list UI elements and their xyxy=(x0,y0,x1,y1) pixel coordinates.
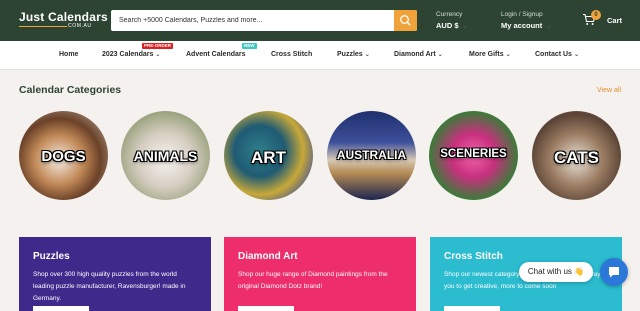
main-nav: Home 2023 Calendars ⌄ PRE-ORDER Advent Ca… xyxy=(0,41,640,70)
category-label: CATS xyxy=(553,148,599,167)
card-shop-button[interactable] xyxy=(444,306,500,311)
chevron-down-icon: ⌄ xyxy=(462,24,468,30)
promo-card-diamond-art[interactable]: Diamond Art Shop our huge range of Diamo… xyxy=(224,237,416,311)
view-all-link[interactable]: View all xyxy=(597,87,621,94)
card-description: Shop our huge range of Diamond paintings… xyxy=(238,271,388,290)
chat-launcher-button[interactable] xyxy=(600,258,628,286)
nav-item-puzzles[interactable]: Puzzles ⌄ xyxy=(337,51,370,58)
nav-label: Puzzles xyxy=(337,51,363,58)
cart-count-badge: 0 xyxy=(591,10,601,20)
chevron-down-icon: ⌄ xyxy=(573,52,579,58)
category-label: ART xyxy=(251,148,286,167)
nav-label: Cross Stitch xyxy=(271,51,313,58)
category-dogs[interactable]: DOGS xyxy=(19,111,108,200)
logo-domain: COM.AU xyxy=(68,23,92,29)
nav-item-contact-us[interactable]: Contact Us ⌄ xyxy=(535,51,579,58)
logo-text: Just Calendars xyxy=(19,10,108,24)
chevron-down-icon: ⌄ xyxy=(437,52,443,58)
card-title: Puzzles xyxy=(33,251,70,262)
currency-value: AUD $ xyxy=(436,21,459,30)
chevron-down-icon: ⌄ xyxy=(546,24,552,30)
category-sceneries[interactable]: SCENERIES xyxy=(429,111,518,200)
nav-item-cross-stitch[interactable]: Cross Stitch xyxy=(271,51,312,58)
login-link[interactable]: Login / Signup xyxy=(501,11,543,18)
section-title: Calendar Categories xyxy=(19,84,122,96)
category-australia[interactable]: AUSTRALIA xyxy=(327,111,416,200)
nav-item-2023-calendars[interactable]: 2023 Calendars ⌄ xyxy=(102,51,160,58)
nav-item-advent-calendars[interactable]: Advent Calendars xyxy=(186,51,246,58)
chevron-down-icon: ⌄ xyxy=(364,52,370,58)
site-header: Just Calendars COM.AU Currency AUD $ ⌄ L… xyxy=(0,0,640,41)
category-label: DOGS xyxy=(41,148,86,165)
chat-icon xyxy=(609,267,619,278)
currency-selector[interactable]: AUD $ ⌄ xyxy=(436,21,468,30)
category-label: AUSTRALIA xyxy=(336,148,407,162)
account-label: My account xyxy=(501,21,543,30)
promo-card-puzzles[interactable]: Puzzles Shop over 300 high quality puzzl… xyxy=(19,237,211,311)
search-icon xyxy=(400,15,411,26)
card-shop-button[interactable] xyxy=(238,306,294,311)
new-badge: NEW xyxy=(242,43,257,49)
search-button[interactable] xyxy=(394,10,417,31)
chevron-down-icon: ⌄ xyxy=(155,52,161,58)
category-animals[interactable]: ANIMALS xyxy=(121,111,210,200)
chat-prompt[interactable]: Chat with us 👋 xyxy=(519,262,593,282)
category-art[interactable]: ART xyxy=(224,111,313,200)
card-shop-button[interactable] xyxy=(33,306,89,311)
card-description: Shop over 300 high quality puzzles from … xyxy=(33,271,186,302)
currency-label: Currency xyxy=(436,11,463,18)
site-logo[interactable]: Just Calendars COM.AU xyxy=(19,10,108,29)
pre-order-badge: PRE-ORDER xyxy=(142,43,174,49)
cart-link[interactable]: Cart xyxy=(607,16,622,25)
card-title: Diamond Art xyxy=(238,251,298,262)
logo-underline xyxy=(19,26,67,27)
nav-item-more-gifts[interactable]: More Gifts ⌄ xyxy=(469,51,511,58)
category-label: ANIMALS xyxy=(133,148,198,164)
nav-label: 2023 Calendars xyxy=(102,51,154,58)
category-cats[interactable]: CATS xyxy=(532,111,621,200)
chevron-down-icon: ⌄ xyxy=(505,52,511,58)
nav-item-home[interactable]: Home xyxy=(59,51,78,58)
account-menu[interactable]: My account ⌄ xyxy=(501,21,551,30)
nav-label: Advent Calendars xyxy=(186,51,246,58)
category-label: SCENERIES xyxy=(440,148,507,160)
nav-label: Home xyxy=(59,51,79,58)
nav-label: More Gifts xyxy=(469,51,504,58)
nav-label: Contact Us xyxy=(535,51,572,58)
nav-label: Diamond Art xyxy=(394,51,436,58)
search-bar xyxy=(111,10,417,31)
card-title: Cross Stitch xyxy=(444,251,503,262)
search-input[interactable] xyxy=(119,15,389,26)
nav-item-diamond-art[interactable]: Diamond Art ⌄ xyxy=(394,51,443,58)
